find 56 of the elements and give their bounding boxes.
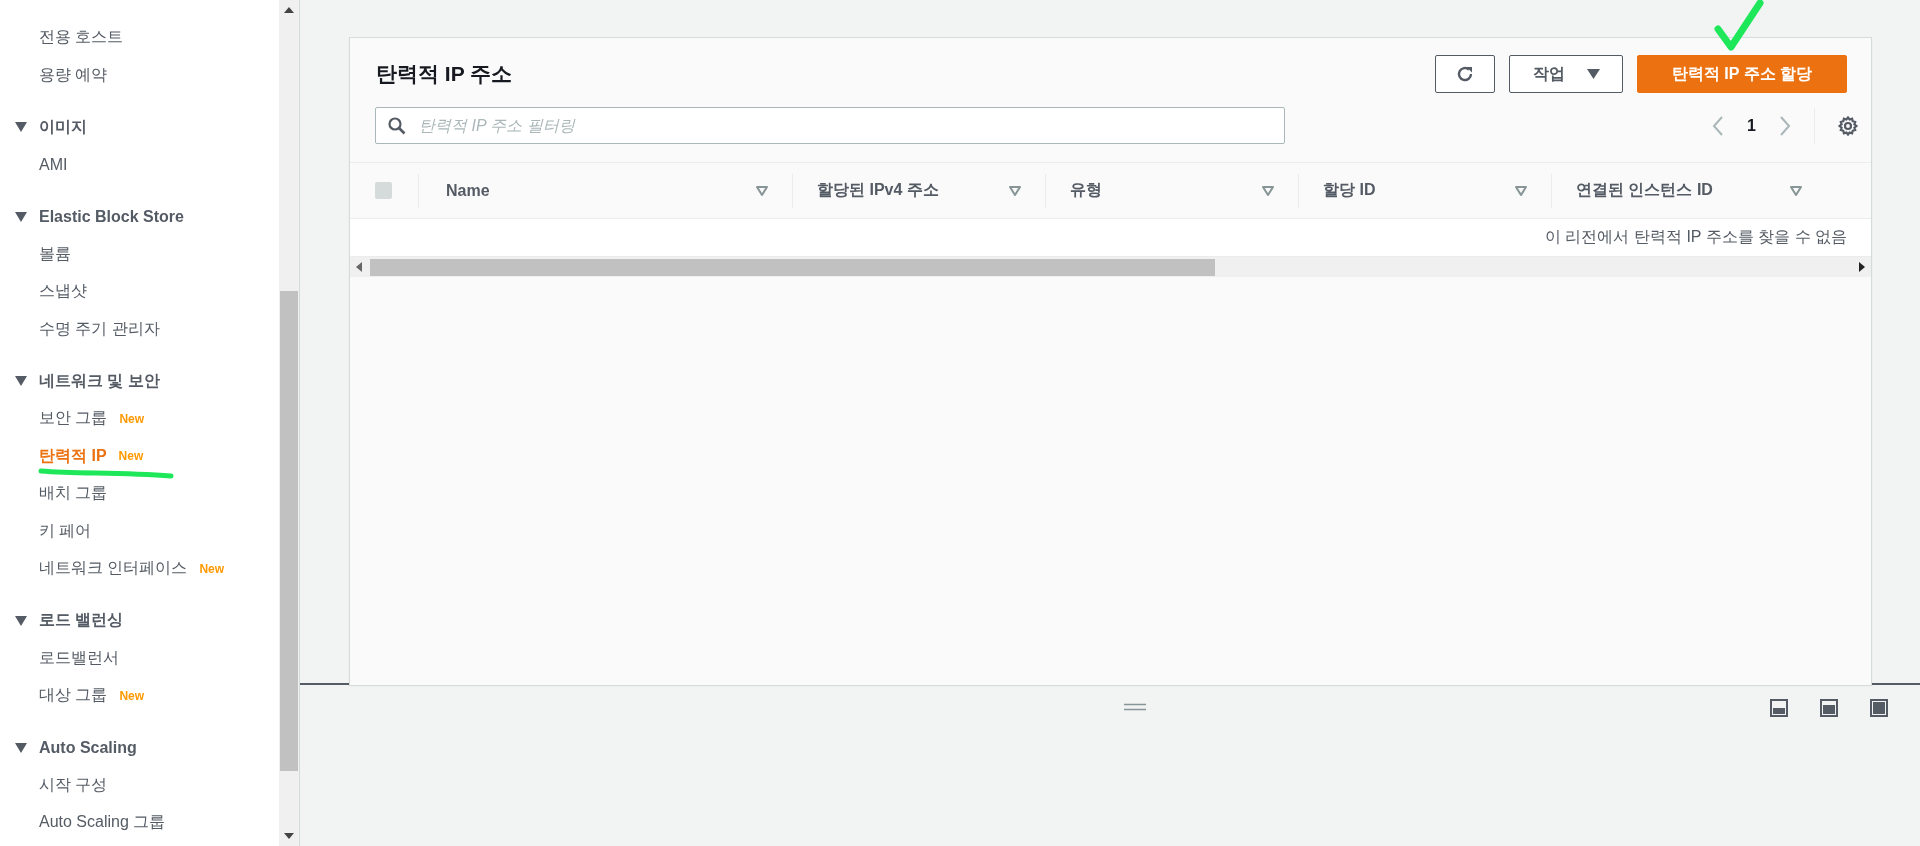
nav-item[interactable]: 볼륨 — [39, 243, 71, 265]
nav-item[interactable]: 보안 그룹 — [39, 408, 108, 430]
caret-icon[interactable] — [15, 742, 27, 753]
empty-message: 이 리전에서 탄력적 IP 주소를 찾을 수 없음 — [1545, 227, 1847, 247]
page-number[interactable]: 1 — [1747, 116, 1756, 135]
nav-item[interactable]: 수명 주기 관리자 — [39, 318, 160, 340]
nav-item[interactable]: 대상 그룹 — [39, 685, 108, 707]
column-header[interactable]: 연결된 인스턴스 ID — [1576, 180, 1713, 201]
nav-item[interactable]: AMI — [39, 155, 68, 174]
filter-icon[interactable] — [1009, 185, 1021, 196]
drag-handle-icon[interactable] — [1124, 703, 1146, 711]
caret-icon[interactable] — [15, 122, 27, 132]
filter-icon[interactable] — [1515, 185, 1527, 196]
nav-group-title[interactable]: 로드 밸런싱 — [39, 610, 124, 631]
nav-item[interactable]: 네트워크 인터페이스 — [39, 558, 188, 580]
nav-group-title[interactable]: 이미지 — [39, 116, 87, 138]
split-small-icon[interactable] — [1769, 698, 1789, 718]
settings-icon[interactable] — [1837, 114, 1859, 137]
nav-item[interactable]: 로드밸런서 — [39, 647, 119, 669]
new-label: New — [199, 561, 225, 576]
caret-icon — [1586, 69, 1600, 79]
caret-icon[interactable] — [15, 615, 27, 626]
nav-item[interactable]: 전용 호스트 — [39, 27, 124, 49]
filter-icon[interactable] — [756, 185, 768, 196]
new-label: New — [119, 411, 145, 426]
scrollbar[interactable] — [279, 0, 299, 846]
split-medium-icon[interactable] — [1819, 698, 1839, 718]
scrollbar-thumb[interactable] — [370, 258, 1215, 276]
nav-group-title[interactable]: Elastic Block Store — [39, 207, 184, 226]
new-label: New — [118, 449, 144, 464]
column-header[interactable]: 할당 ID — [1323, 180, 1376, 201]
nav-item[interactable]: 키 페어 — [39, 520, 92, 542]
caret-icon[interactable] — [15, 376, 27, 386]
column-header[interactable]: Name — [446, 181, 490, 200]
nav-item[interactable]: Auto Scaling 그룹 — [39, 812, 166, 834]
filter-icon[interactable] — [1790, 185, 1802, 196]
nav-item[interactable]: 용량 예약 — [39, 64, 108, 86]
refresh-icon — [1455, 64, 1475, 84]
nav-group-title[interactable]: Auto Scaling — [39, 738, 137, 757]
panel-title: 탄력적 IP 주소 — [376, 61, 513, 87]
split-full-icon[interactable] — [1869, 698, 1889, 718]
scroll-left-icon[interactable] — [356, 262, 362, 272]
nav-item[interactable]: 스냅샷 — [39, 281, 87, 303]
filter-icon[interactable] — [1262, 185, 1274, 196]
select-all-checkbox[interactable] — [375, 182, 392, 199]
actions-dropdown[interactable]: 작업 — [1509, 55, 1623, 93]
column-header[interactable]: 할당된 IPv4 주소 — [817, 180, 939, 201]
nav-item[interactable]: 시작 구성 — [39, 774, 108, 796]
column-header[interactable]: 유형 — [1070, 180, 1102, 201]
refresh-button[interactable] — [1435, 55, 1495, 93]
scroll-right-icon[interactable] — [1859, 262, 1865, 272]
caret-icon[interactable] — [15, 211, 27, 222]
search-field[interactable]: 탄력적 IP 주소 필터링 — [375, 107, 1285, 144]
nav-group-title[interactable]: 네트워크 및 보안 — [39, 370, 160, 392]
nav-item[interactable]: 배치 그룹 — [39, 483, 108, 505]
new-label: New — [119, 688, 145, 703]
